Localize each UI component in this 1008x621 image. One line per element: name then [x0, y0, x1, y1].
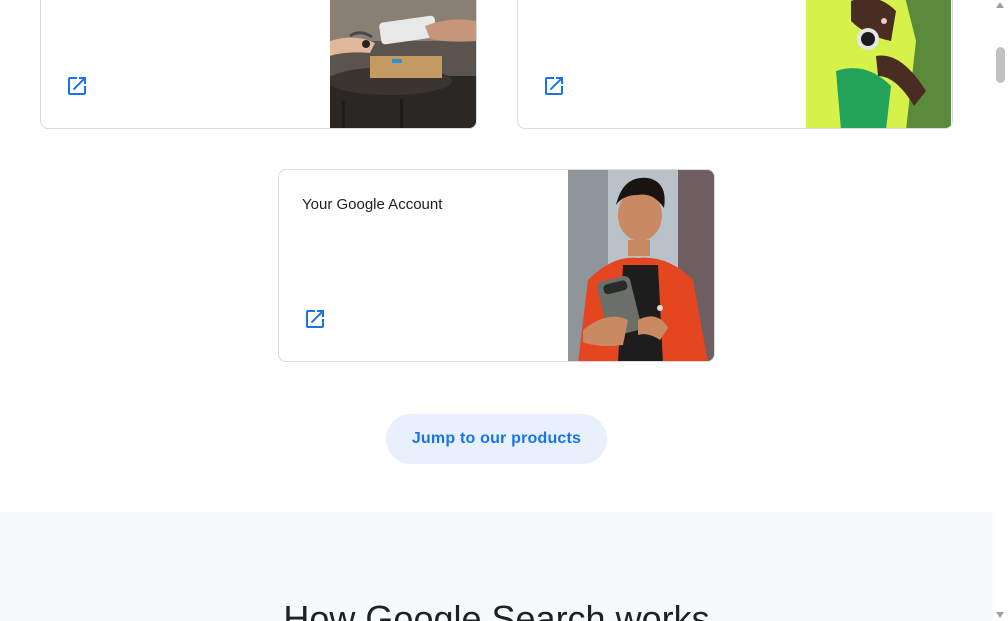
open-in-new-icon[interactable] — [303, 307, 327, 331]
scrollbar-thumb[interactable] — [996, 47, 1005, 83]
section-heading: How Google Search works — [283, 598, 710, 621]
jump-to-products-label: Jump to our products — [411, 430, 582, 447]
page-scrollbar[interactable] — [993, 0, 1008, 621]
man-with-phone-photo — [568, 170, 714, 361]
how-search-works-section: How Google Search works — [0, 512, 993, 621]
card-title: Your Google Account — [302, 196, 443, 213]
google-account-card[interactable]: Your Google Account — [278, 169, 715, 362]
scroll-up-arrow-icon[interactable] — [996, 2, 1004, 8]
scroll-down-arrow-icon[interactable] — [996, 612, 1004, 618]
open-in-new-icon[interactable] — [542, 74, 566, 98]
page-viewport: Your Google Account Jump to our products… — [0, 0, 993, 621]
product-card-2[interactable] — [517, 0, 953, 129]
smartwatch-wrist-photo — [806, 0, 952, 128]
hands-payment-phone-photo — [330, 0, 476, 128]
open-in-new-icon[interactable] — [65, 74, 89, 98]
jump-to-products-button[interactable]: Jump to our products — [386, 414, 607, 464]
product-card-1[interactable] — [40, 0, 477, 129]
